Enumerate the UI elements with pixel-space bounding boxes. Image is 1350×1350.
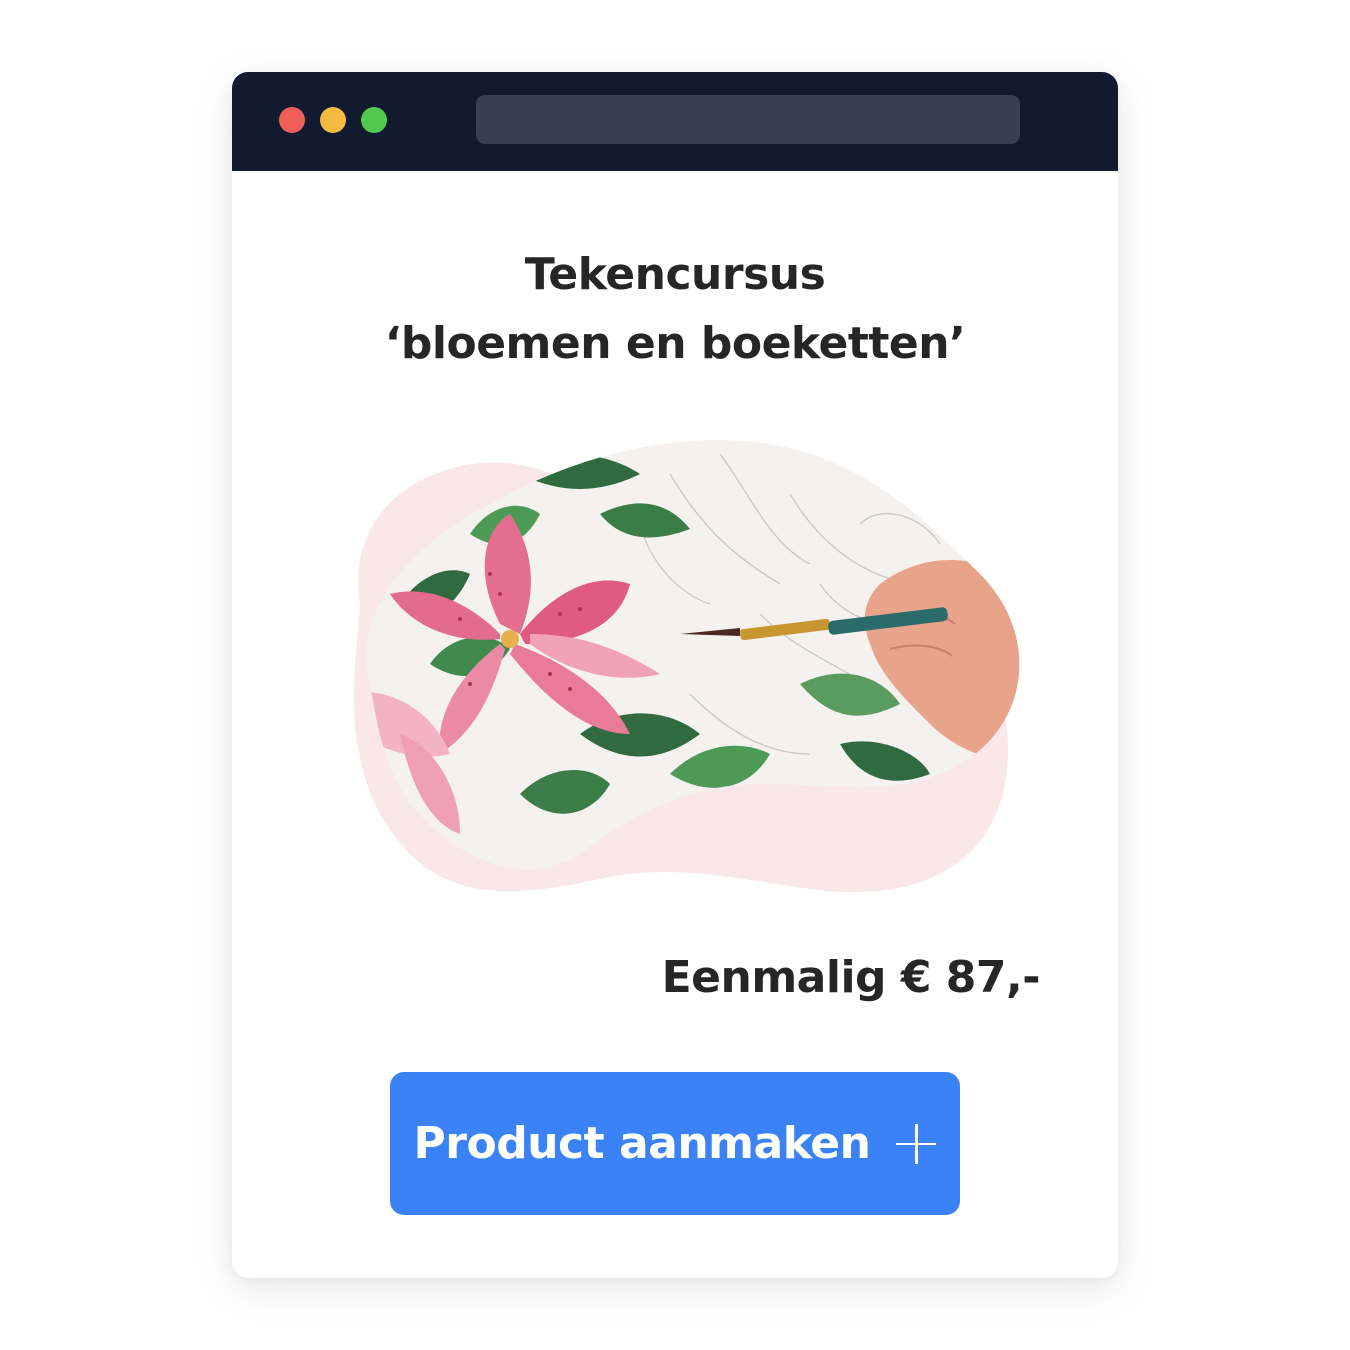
product-title-line1: Tekencursus xyxy=(524,249,826,300)
product-title: Tekencursus ‘bloemen en boeketten’ xyxy=(232,240,1118,378)
product-image xyxy=(353,440,1020,893)
plus-icon xyxy=(896,1123,937,1164)
address-bar[interactable] xyxy=(476,95,1020,144)
product-title-line2: ‘bloemen en boeketten’ xyxy=(384,318,966,369)
minimize-window-button[interactable] xyxy=(320,107,346,133)
browser-titlebar xyxy=(232,72,1118,171)
maximize-window-button[interactable] xyxy=(361,107,387,133)
product-price: Eenmalig € 87,- xyxy=(661,952,1041,1003)
create-product-label: Product aanmaken xyxy=(413,1118,871,1169)
create-product-button[interactable]: Product aanmaken xyxy=(390,1072,960,1215)
browser-window: Tekencursus ‘bloemen en boeketten’ Eenma… xyxy=(232,72,1118,1278)
close-window-button[interactable] xyxy=(279,107,305,133)
